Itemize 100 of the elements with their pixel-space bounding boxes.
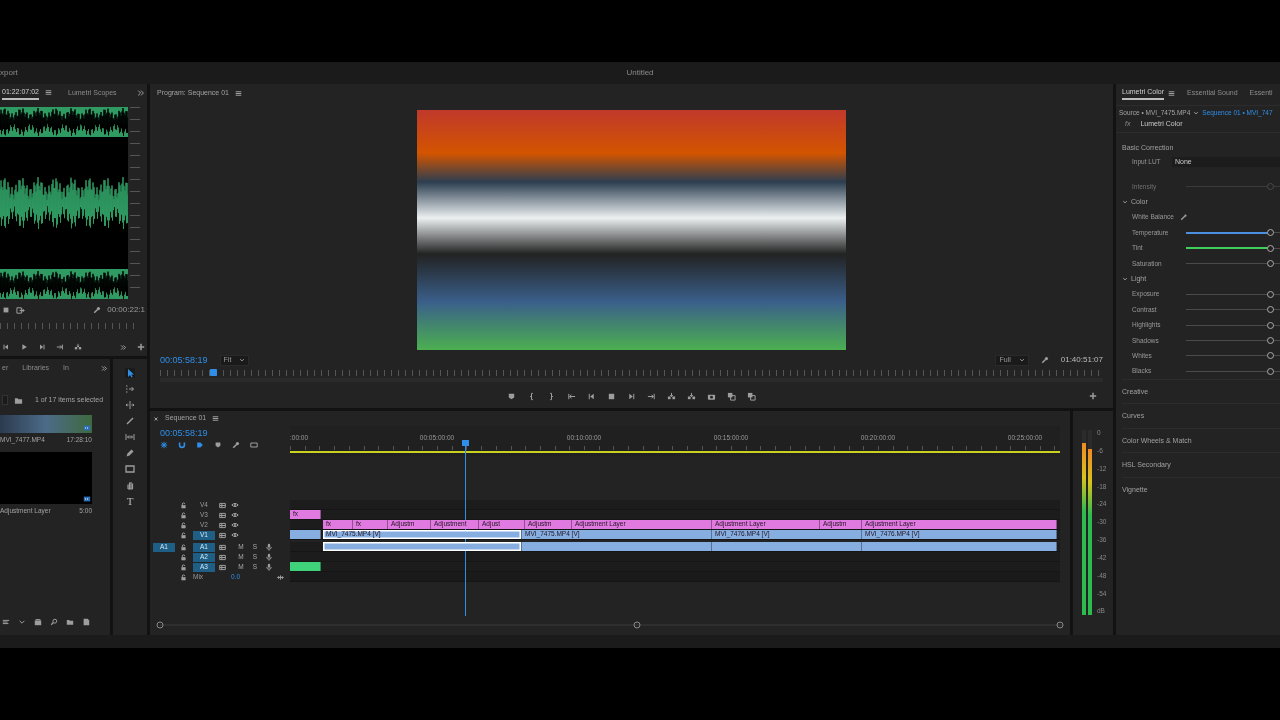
slider-thumb[interactable] <box>1267 352 1275 360</box>
lock-icon[interactable] <box>180 511 187 519</box>
nest-icon[interactable] <box>160 440 168 449</box>
menu-icon[interactable] <box>235 89 242 97</box>
slider-thumb[interactable] <box>1267 321 1275 329</box>
toggle-output-icon[interactable] <box>219 501 226 509</box>
slider-thumb[interactable] <box>1267 260 1275 268</box>
lock-icon[interactable] <box>180 531 187 539</box>
panel-overflow-icon[interactable] <box>137 88 145 97</box>
menu-icon[interactable] <box>1168 89 1175 97</box>
menu-icon[interactable] <box>45 89 52 97</box>
step-forward-icon[interactable] <box>627 391 636 401</box>
sequence-timecode[interactable]: 00:05:58:19 <box>160 428 280 439</box>
stop-icon[interactable] <box>2 306 10 315</box>
overlay-icon[interactable] <box>727 391 736 401</box>
lock-icon[interactable] <box>180 553 187 561</box>
audio-clip[interactable] <box>323 542 522 551</box>
add-button-icon[interactable] <box>137 343 145 352</box>
close-icon[interactable] <box>153 415 159 422</box>
track-select-tool-icon[interactable] <box>125 384 135 394</box>
video-clip[interactable] <box>290 530 321 539</box>
slider-thumb[interactable] <box>1267 306 1275 314</box>
lock-icon[interactable] <box>180 563 187 571</box>
insert-icon[interactable] <box>74 343 82 352</box>
lock-icon[interactable] <box>180 501 187 509</box>
eye-icon[interactable] <box>231 531 239 539</box>
slider-thumb[interactable] <box>1267 337 1275 344</box>
menu-icon[interactable] <box>212 415 220 422</box>
go-to-out-icon[interactable] <box>647 391 656 401</box>
slip-tool-icon[interactable] <box>125 432 135 442</box>
go-to-in-icon[interactable] <box>567 391 576 401</box>
lock-icon[interactable] <box>180 573 187 581</box>
eye-icon[interactable] <box>231 521 239 529</box>
menu-item[interactable]: xport <box>0 68 18 78</box>
pen-tool-icon[interactable] <box>125 448 135 458</box>
go-to-out-icon[interactable] <box>56 343 64 352</box>
microphone-icon[interactable] <box>265 543 273 551</box>
audio-clip[interactable] <box>712 542 862 551</box>
add-button-icon[interactable] <box>1089 392 1097 400</box>
trim-icon[interactable] <box>277 573 284 581</box>
audio-clip[interactable] <box>522 542 712 551</box>
stop-icon[interactable] <box>607 391 616 401</box>
toggle-output-icon[interactable] <box>219 553 226 561</box>
slider-thumb[interactable] <box>1267 367 1275 375</box>
extract-icon[interactable] <box>687 391 696 401</box>
settings-icon[interactable] <box>232 440 240 449</box>
new-bin-icon[interactable] <box>14 395 23 405</box>
bin-icon[interactable] <box>34 618 42 626</box>
chevron-down-icon[interactable] <box>18 618 26 626</box>
chevron-down-icon[interactable] <box>1193 109 1200 116</box>
lock-icon[interactable] <box>180 521 187 529</box>
new-item-icon[interactable] <box>82 618 90 626</box>
toggle-output-icon[interactable] <box>219 521 226 529</box>
lift-icon[interactable] <box>667 391 676 401</box>
play-icon[interactable] <box>20 343 28 352</box>
audio-clip[interactable] <box>862 542 1057 551</box>
toggle-output-icon[interactable] <box>219 543 226 551</box>
slider-thumb[interactable] <box>1267 229 1275 237</box>
microphone-icon[interactable] <box>265 553 273 561</box>
toggle-output-icon[interactable] <box>219 531 226 539</box>
linked-selection-icon[interactable] <box>196 440 204 449</box>
lock-icon[interactable] <box>180 543 187 551</box>
search-field[interactable] <box>2 395 8 405</box>
eye-icon[interactable] <box>231 501 239 509</box>
search-icon[interactable] <box>50 618 58 626</box>
step-back-icon[interactable] <box>587 391 596 401</box>
step-forward-icon[interactable] <box>38 343 46 352</box>
eyedropper-icon[interactable] <box>1179 213 1188 222</box>
chevron-down-icon[interactable] <box>1122 275 1128 282</box>
captions-icon[interactable] <box>250 440 258 449</box>
hand-tool-icon[interactable] <box>125 480 135 490</box>
add-marker-icon[interactable] <box>214 440 222 449</box>
toggle-output-icon[interactable] <box>219 511 226 519</box>
playhead-marker[interactable] <box>461 440 469 446</box>
rectangle-tool-icon[interactable] <box>125 464 135 474</box>
chevron-down-icon[interactable] <box>1122 198 1128 205</box>
audio-clip[interactable] <box>290 562 321 571</box>
eye-icon[interactable] <box>231 511 239 519</box>
razor-tool-icon[interactable] <box>125 416 135 426</box>
mark-in-icon[interactable] <box>527 391 536 401</box>
ripple-tool-icon[interactable] <box>125 400 135 410</box>
step-back-icon[interactable] <box>2 343 10 352</box>
playhead-timecode[interactable]: 00:05:58:19 <box>160 354 208 366</box>
folder-icon[interactable] <box>66 618 74 626</box>
playhead-marker[interactable] <box>209 369 217 376</box>
add-marker-icon[interactable] <box>507 391 516 401</box>
type-tool[interactable]: T <box>126 496 134 506</box>
export-frame-icon[interactable] <box>16 305 25 315</box>
slider-thumb[interactable] <box>1267 244 1275 252</box>
selection-tool-icon[interactable] <box>125 368 135 378</box>
slider-thumb[interactable] <box>1267 290 1275 298</box>
comparison-icon[interactable] <box>747 391 756 401</box>
horizontal-scrollbar[interactable] <box>156 621 1066 629</box>
settings-icon[interactable] <box>93 306 102 315</box>
mark-out-icon[interactable] <box>547 391 556 401</box>
microphone-icon[interactable] <box>265 563 273 571</box>
snap-icon[interactable] <box>178 440 186 449</box>
toggle-output-icon[interactable] <box>219 563 226 571</box>
sort-icon[interactable] <box>2 618 10 626</box>
panel-overflow-icon[interactable] <box>120 343 127 351</box>
